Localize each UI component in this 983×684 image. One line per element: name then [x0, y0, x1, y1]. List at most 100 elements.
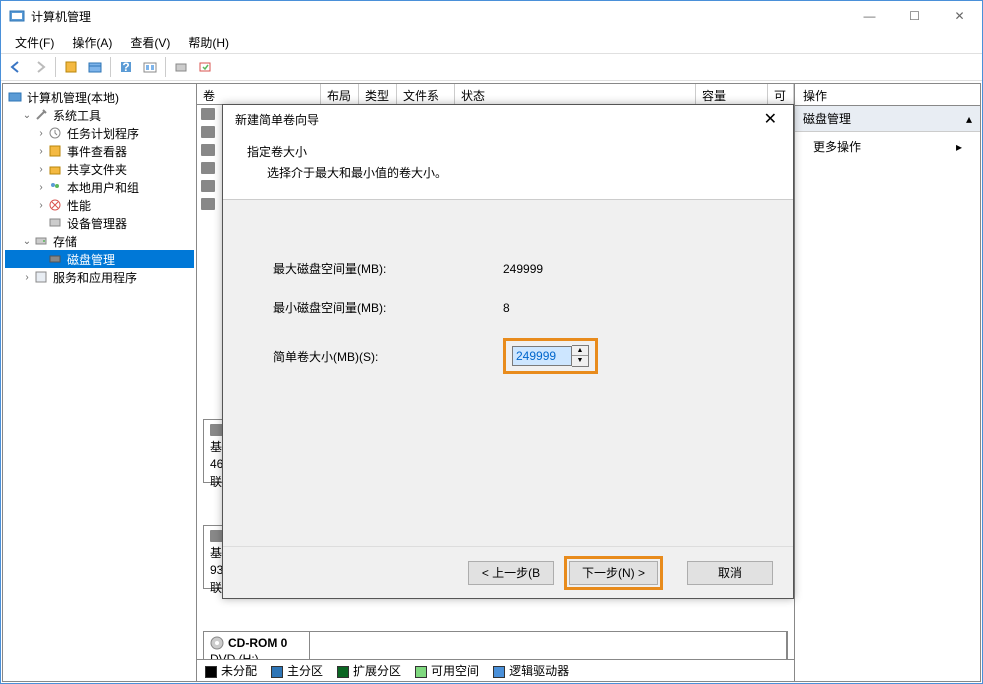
- tree-system-tools[interactable]: ⌄ 系统工具: [5, 106, 194, 124]
- users-icon: [47, 179, 63, 195]
- tree-label: 性能: [67, 197, 91, 214]
- tree-root[interactable]: 计算机管理(本地): [5, 88, 194, 106]
- wizard-heading: 指定卷大小: [247, 143, 769, 160]
- help-icon[interactable]: ?: [115, 56, 137, 78]
- cdrom-icon: [210, 636, 224, 650]
- tree-storage[interactable]: ⌄ 存储: [5, 232, 194, 250]
- expand-icon[interactable]: ›: [35, 146, 47, 157]
- tree-pane: 计算机管理(本地) ⌄ 系统工具 › 任务计划程序 ›事件查看器 › 共享文件夹 ›…: [2, 83, 197, 682]
- tree-task-scheduler[interactable]: › 任务计划程序: [5, 124, 194, 142]
- collapse-icon[interactable]: ⌄: [21, 110, 33, 121]
- legend-logical: 逻辑驱动器: [493, 662, 569, 679]
- tree-services-apps[interactable]: › 服务和应用程序: [5, 268, 194, 286]
- menu-view[interactable]: 查看(V): [122, 32, 178, 53]
- toolbar-icon-2[interactable]: [84, 56, 106, 78]
- col-type[interactable]: 类型: [359, 84, 397, 104]
- legend-primary: 主分区: [271, 662, 323, 679]
- actions-pane: 操作 磁盘管理 ▴ 更多操作 ▸: [795, 83, 981, 682]
- device-icon: [47, 215, 63, 231]
- menu-file[interactable]: 文件(F): [7, 32, 62, 53]
- col-layout[interactable]: 布局: [321, 84, 359, 104]
- expand-icon[interactable]: ›: [35, 182, 47, 193]
- toolbar-icon-3[interactable]: [139, 56, 161, 78]
- actions-group-label: 磁盘管理: [803, 110, 851, 127]
- collapse-icon: ▴: [966, 112, 972, 126]
- toolbar: ?: [1, 53, 982, 81]
- tree-label: 存储: [53, 233, 77, 250]
- tree-label: 本地用户和组: [67, 179, 139, 196]
- tree-label: 服务和应用程序: [53, 269, 137, 286]
- toolbar-divider: [165, 57, 166, 77]
- toolbar-icon-5[interactable]: [194, 56, 216, 78]
- wizard-header: 指定卷大小 选择介于最大和最小值的卷大小。: [223, 133, 793, 200]
- volume-icon: [201, 144, 215, 156]
- actions-more-label: 更多操作: [813, 138, 861, 155]
- tree-label: 磁盘管理: [67, 251, 115, 268]
- expand-icon[interactable]: ›: [35, 128, 47, 139]
- col-volume[interactable]: 卷: [197, 84, 321, 104]
- tree-label: 任务计划程序: [67, 125, 139, 142]
- spinner-up-button[interactable]: ▲: [572, 346, 588, 356]
- next-button[interactable]: 下一步(N) >: [569, 561, 658, 585]
- menubar: 文件(F) 操作(A) 查看(V) 帮助(H): [1, 31, 982, 53]
- wizard-footer: < 上一步(B 下一步(N) > 取消: [223, 546, 793, 598]
- volume-icon: [201, 198, 215, 210]
- tools-icon: [33, 107, 49, 123]
- tree-local-users[interactable]: › 本地用户和组: [5, 178, 194, 196]
- volume-size-highlight: ▲ ▼: [503, 338, 598, 374]
- col-status[interactable]: 状态: [455, 84, 696, 104]
- spinner-down-button[interactable]: ▼: [572, 356, 588, 366]
- titlebar: 计算机管理 — ☐ ✕: [1, 1, 982, 31]
- app-icon: [9, 8, 25, 24]
- volume-size-label: 简单卷大小(MB)(S):: [273, 348, 503, 365]
- volume-size-input[interactable]: [512, 346, 572, 366]
- wizard-titlebar: 新建简单卷向导 ✕: [223, 105, 793, 133]
- forward-button[interactable]: [29, 56, 51, 78]
- col-available[interactable]: 可: [768, 84, 794, 104]
- legend-free: 可用空间: [415, 662, 479, 679]
- back-button[interactable]: < 上一步(B: [468, 561, 554, 585]
- window-title: 计算机管理: [31, 8, 847, 25]
- toolbar-divider: [55, 57, 56, 77]
- toolbar-divider: [110, 57, 111, 77]
- disk-icon: [47, 251, 63, 267]
- volume-size-row: 简单卷大小(MB)(S): ▲ ▼: [273, 338, 763, 374]
- max-disk-space-row: 最大磁盘空间量(MB): 249999: [273, 260, 763, 277]
- back-button[interactable]: [5, 56, 27, 78]
- spinner-buttons: ▲ ▼: [572, 345, 589, 367]
- maximize-button[interactable]: ☐: [892, 1, 937, 31]
- performance-icon: [47, 197, 63, 213]
- close-button[interactable]: ✕: [937, 1, 982, 31]
- tree-performance[interactable]: › 性能: [5, 196, 194, 214]
- max-disk-space-label: 最大磁盘空间量(MB):: [273, 260, 503, 277]
- tree-label: 共享文件夹: [67, 161, 127, 178]
- wizard-close-button[interactable]: ✕: [756, 107, 785, 131]
- expand-icon[interactable]: ›: [35, 164, 47, 175]
- event-icon: [47, 143, 63, 159]
- tree-root-label: 计算机管理(本地): [27, 89, 119, 106]
- expand-icon[interactable]: ›: [21, 272, 33, 283]
- cancel-button[interactable]: 取消: [687, 561, 773, 585]
- tree-shared-folders[interactable]: › 共享文件夹: [5, 160, 194, 178]
- actions-more[interactable]: 更多操作 ▸: [795, 132, 980, 161]
- tree-label: 设备管理器: [67, 215, 127, 232]
- minimize-button[interactable]: —: [847, 1, 892, 31]
- volume-icon: [201, 108, 215, 120]
- tree-event-viewer[interactable]: ›事件查看器: [5, 142, 194, 160]
- wizard-title: 新建简单卷向导: [235, 111, 319, 128]
- actions-group-disk[interactable]: 磁盘管理 ▴: [795, 106, 980, 132]
- tree-disk-management[interactable]: 磁盘管理: [5, 250, 194, 268]
- menu-help[interactable]: 帮助(H): [180, 32, 237, 53]
- volume-icon: [201, 180, 215, 192]
- col-capacity[interactable]: 容量: [696, 84, 768, 104]
- tree-device-manager[interactable]: 设备管理器: [5, 214, 194, 232]
- actions-header: 操作: [795, 84, 980, 106]
- expand-icon[interactable]: ›: [35, 200, 47, 211]
- toolbar-icon-1[interactable]: [60, 56, 82, 78]
- toolbar-icon-4[interactable]: [170, 56, 192, 78]
- col-filesystem[interactable]: 文件系统: [397, 84, 455, 104]
- menu-action[interactable]: 操作(A): [64, 32, 120, 53]
- collapse-icon[interactable]: ⌄: [21, 236, 33, 247]
- clock-icon: [47, 125, 63, 141]
- cdrom-label: CD-ROM 0: [228, 636, 287, 650]
